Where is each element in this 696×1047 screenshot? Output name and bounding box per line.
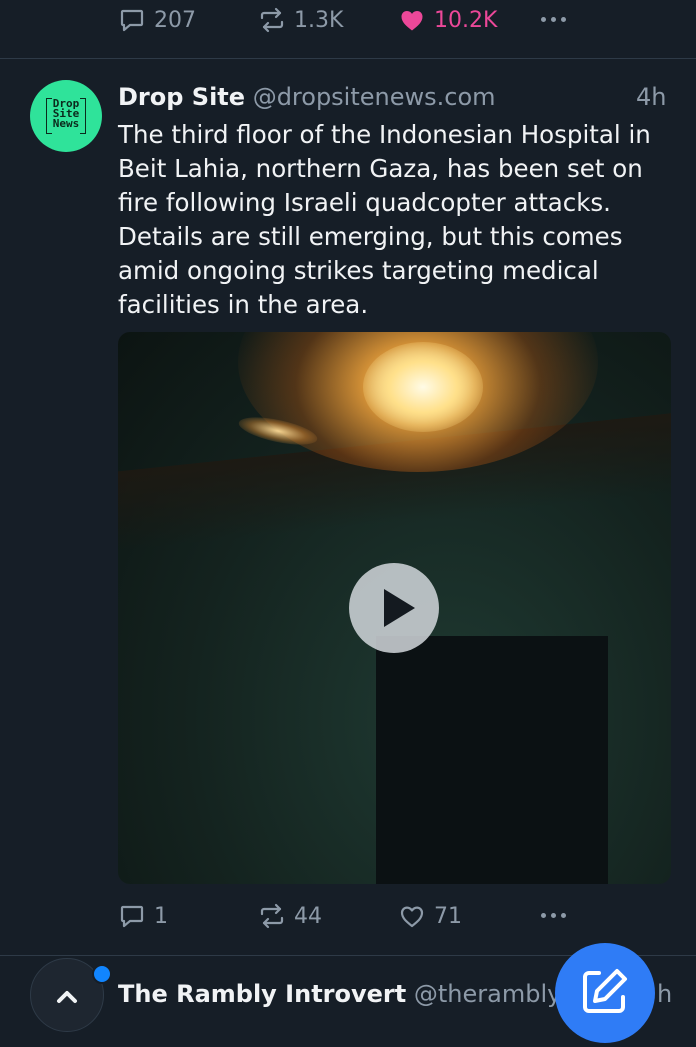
repost-count: 44 xyxy=(294,903,322,929)
post-divider xyxy=(0,58,696,59)
like-button[interactable]: 10.2K xyxy=(398,6,497,34)
reply-icon xyxy=(120,9,144,32)
author-name[interactable]: Drop Site xyxy=(118,83,245,111)
like-count: 71 xyxy=(434,903,462,929)
video-frame-fire-core xyxy=(363,342,483,432)
post-author[interactable]: Drop Site @dropsitenews.com xyxy=(118,83,496,111)
play-icon xyxy=(384,589,415,627)
compose-icon xyxy=(583,969,627,1013)
post-time[interactable]: 4h xyxy=(636,83,666,111)
reply-count: 1 xyxy=(154,903,168,929)
avatar[interactable]: Drop Site News xyxy=(30,80,102,152)
repost-button[interactable]: 1.3K xyxy=(258,6,343,34)
post-author[interactable]: The Rambly Introvert @theramblyin xyxy=(118,980,583,1008)
avatar-logo-text: Drop Site News xyxy=(52,97,80,130)
more-options-icon[interactable] xyxy=(541,17,566,22)
compose-button[interactable] xyxy=(555,943,655,1043)
reply-button[interactable]: 207 xyxy=(118,6,196,34)
video-player[interactable] xyxy=(118,332,671,884)
drop-site-logo: Drop Site News xyxy=(46,96,86,136)
author-name[interactable]: The Rambly Introvert xyxy=(118,980,406,1008)
post-text: The third floor of the Indonesian Hospit… xyxy=(118,120,651,319)
like-button[interactable]: 71 xyxy=(398,902,462,930)
post-time[interactable]: h xyxy=(657,980,672,1008)
play-button[interactable] xyxy=(349,563,439,653)
more-options-icon[interactable] xyxy=(541,913,566,918)
repost-count: 1.3K xyxy=(294,7,344,33)
author-handle[interactable]: @dropsitenews.com xyxy=(253,83,496,111)
reply-icon xyxy=(120,905,144,928)
heart-icon xyxy=(400,906,424,928)
like-count: 10.2K xyxy=(434,7,498,33)
repost-button[interactable]: 44 xyxy=(258,902,322,930)
reply-button[interactable]: 1 xyxy=(118,902,168,930)
repost-icon xyxy=(260,7,284,33)
notification-dot xyxy=(92,964,112,984)
heart-filled-icon xyxy=(401,11,423,31)
reply-count: 207 xyxy=(154,7,196,33)
repost-icon xyxy=(260,903,284,929)
video-frame-doorway xyxy=(376,636,608,884)
